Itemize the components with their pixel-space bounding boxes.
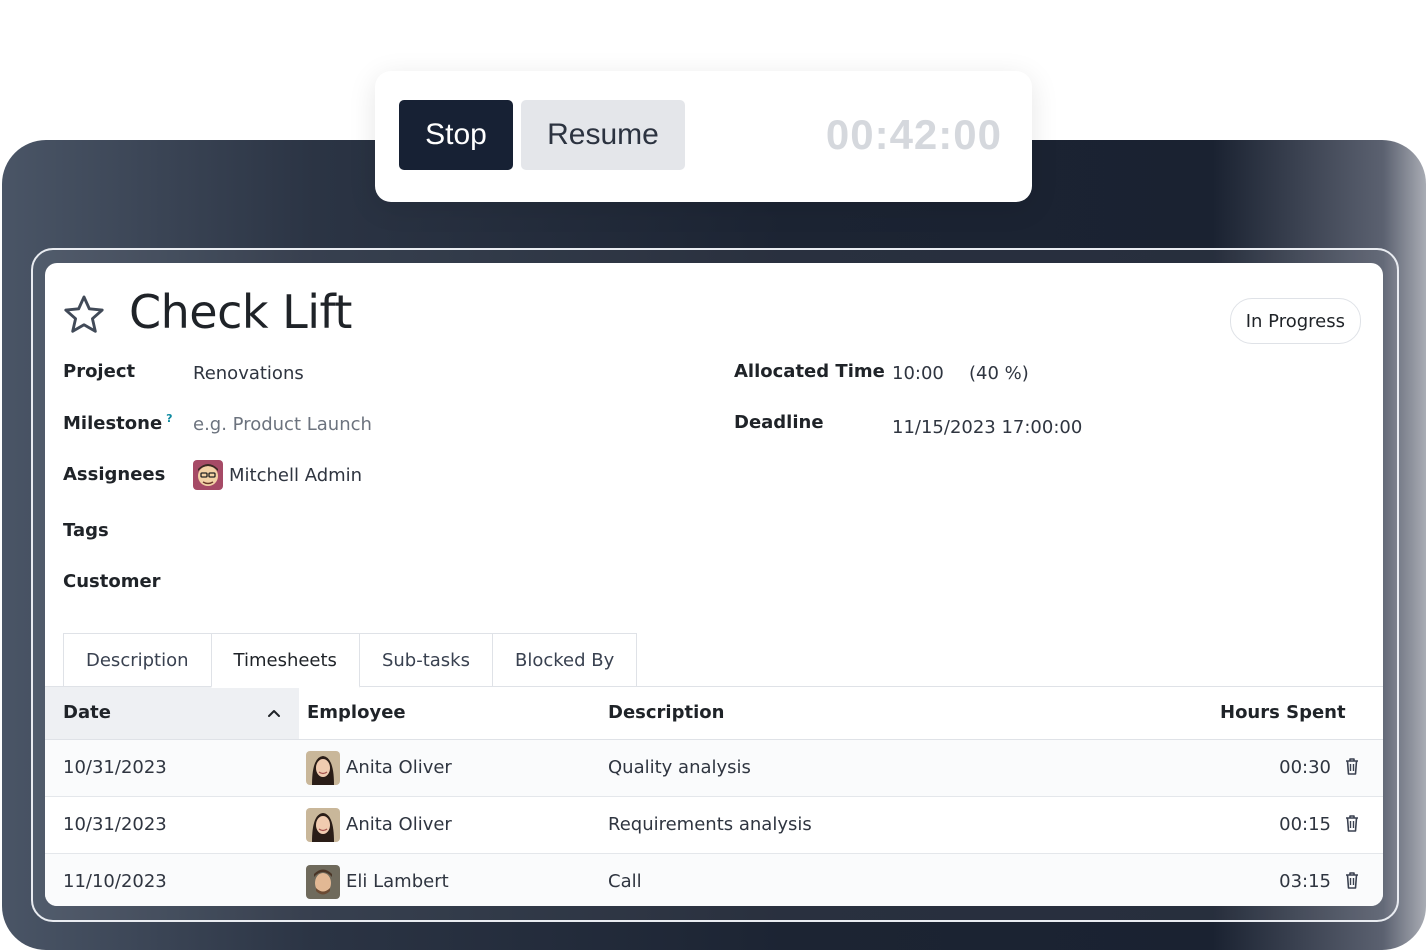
tab-sub-tasks[interactable]: Sub-tasks [358,633,493,686]
stop-button[interactable]: Stop [399,100,513,170]
table-row[interactable]: 11/10/2023 Eli Lambert Call 03:15 [45,854,1383,906]
avatar [306,808,340,842]
project-label: Project [63,361,136,382]
trash-icon[interactable] [1343,756,1361,776]
employee-cell[interactable]: Eli Lambert [346,871,449,892]
description-cell[interactable]: Quality analysis [608,757,751,778]
milestone-field[interactable]: e.g. Product Launch [193,414,372,435]
column-header-description[interactable]: Description [608,702,724,723]
table-row[interactable]: 10/31/2023 Anita Oliver Quality analysis… [45,740,1383,797]
table-row[interactable]: 10/31/2023 Anita Oliver Requirements ana… [45,797,1383,854]
trash-icon[interactable] [1343,870,1361,890]
deadline-field[interactable]: 11/15/2023 17:00:00 [892,417,1082,438]
avatar-image [306,808,340,842]
column-header-employee[interactable]: Employee [307,702,406,723]
date-cell[interactable]: 11/10/2023 [63,871,167,892]
allocated-time-field[interactable]: 10:00 [892,363,944,384]
project-field[interactable]: Renovations [193,363,304,384]
timer-widget: Stop Resume 00:42:00 [375,71,1032,202]
employee-cell[interactable]: Anita Oliver [346,757,452,778]
allocated-percent: (40 %) [969,363,1029,384]
chevron-up-icon[interactable] [265,704,283,722]
task-form: Check Lift In Progress Project Renovatio… [45,263,1383,906]
column-header-hours-spent[interactable]: Hours Spent [1220,702,1346,723]
avatar [306,751,340,785]
tab-description[interactable]: Description [63,633,212,686]
milestone-label: Milestone [63,413,163,434]
task-title[interactable]: Check Lift [129,285,352,339]
date-cell[interactable]: 10/31/2023 [63,814,167,835]
hours-cell[interactable]: 00:15 [1279,814,1331,835]
avatar-image [306,751,340,785]
avatar [306,865,340,899]
avatar-image [306,865,340,899]
tab-timesheets[interactable]: Timesheets [210,633,360,688]
avatar-image [193,460,223,490]
deadline-label: Deadline [734,412,824,433]
table-header: Date Employee Description Hours Spent [45,687,1383,740]
column-header-date[interactable]: Date [63,702,111,723]
milestone-label-wrap: Milestone? [63,412,173,434]
date-cell[interactable]: 10/31/2023 [63,757,167,778]
trash-icon[interactable] [1343,813,1361,833]
avatar [193,460,223,490]
allocated-time-label: Allocated Time [734,361,885,382]
assignee-name[interactable]: Mitchell Admin [229,465,362,486]
help-tooltip-icon[interactable]: ? [166,412,172,425]
customer-label: Customer [63,571,161,592]
assignees-label: Assignees [63,464,166,485]
employee-cell[interactable]: Anita Oliver [346,814,452,835]
tags-label: Tags [63,520,109,541]
tab-blocked-by[interactable]: Blocked By [491,633,638,686]
timer-display: 00:42:00 [825,111,1002,158]
resume-button[interactable]: Resume [521,100,685,170]
description-cell[interactable]: Requirements analysis [608,814,812,835]
hours-cell[interactable]: 00:30 [1279,757,1331,778]
notebook-tabs: Description Timesheets Sub-tasks Blocked… [63,633,638,688]
status-badge[interactable]: In Progress [1229,298,1361,344]
star-outline-icon[interactable] [61,292,107,338]
hours-cell[interactable]: 03:15 [1279,871,1331,892]
description-cell[interactable]: Call [608,871,642,892]
